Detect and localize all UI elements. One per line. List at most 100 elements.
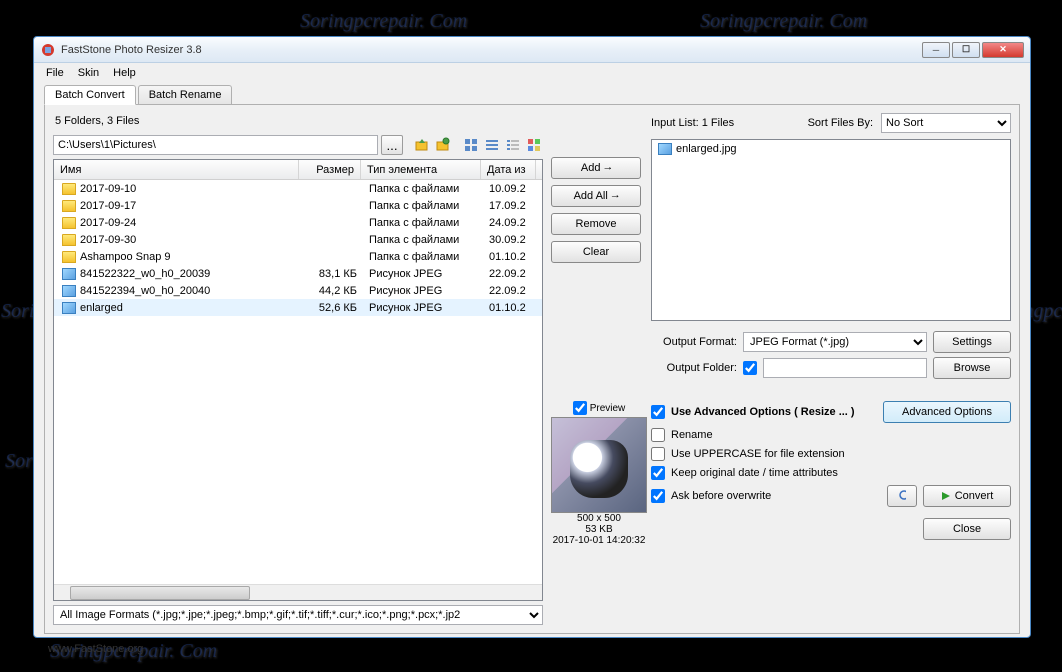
preview-thumbnail — [551, 417, 647, 513]
view-thumbnails[interactable] — [525, 136, 543, 154]
sort-select[interactable]: No Sort — [881, 113, 1011, 133]
output-format-label: Output Format: — [651, 336, 737, 348]
browse-folder-button[interactable]: ... — [381, 135, 403, 155]
folder-icon — [62, 217, 76, 229]
file-name: 2017-09-10 — [80, 183, 136, 195]
titlebar[interactable]: FastStone Photo Resizer 3.8 ─ ☐ ✕ — [34, 37, 1030, 63]
input-list[interactable]: enlarged.jpg — [651, 139, 1011, 321]
menu-skin[interactable]: Skin — [72, 65, 105, 81]
use-advanced-checkbox[interactable] — [651, 405, 665, 419]
window-title: FastStone Photo Resizer 3.8 — [61, 44, 922, 56]
uppercase-checkbox[interactable] — [651, 447, 665, 461]
preview-dimensions: 500 x 500 — [577, 513, 621, 524]
image-icon — [658, 143, 672, 155]
add-all-button[interactable]: Add All → — [551, 185, 641, 207]
file-type: Рисунок JPEG — [363, 285, 483, 297]
file-date: 30.09.2 — [483, 234, 538, 246]
view-details[interactable] — [504, 136, 522, 154]
ask-overwrite-checkbox[interactable] — [651, 489, 665, 503]
left-pane: 5 Folders, 3 Files ... Имя Размер Тип эл… — [53, 113, 543, 625]
file-name: 2017-09-17 — [80, 200, 136, 212]
keep-date-checkbox[interactable] — [651, 466, 665, 480]
status-link[interactable]: www.FastStone.org — [48, 643, 143, 655]
folder-icon — [62, 183, 76, 195]
file-name: 2017-09-30 — [80, 234, 136, 246]
file-date: 22.09.2 — [483, 268, 538, 280]
advanced-options-button[interactable]: Advanced Options — [883, 401, 1011, 423]
folder-icon — [62, 234, 76, 246]
menu-file[interactable]: File — [40, 65, 70, 81]
col-size-header[interactable]: Размер — [299, 160, 361, 179]
file-type: Рисунок JPEG — [363, 302, 483, 314]
file-size: 44,2 КБ — [301, 285, 363, 297]
file-row[interactable]: 841522394_w0_h0_20040 44,2 КБРисунок JPEG… — [54, 282, 542, 299]
uppercase-label: Use UPPERCASE for file extension — [671, 448, 845, 460]
tabstrip: Batch Convert Batch Rename — [34, 83, 1030, 104]
preview-checkbox[interactable] — [573, 401, 587, 415]
folder-icon — [62, 251, 76, 263]
output-folder-input[interactable] — [763, 358, 927, 378]
file-row[interactable]: 841522322_w0_h0_2003983,1 КБРисунок JPEG… — [54, 265, 542, 282]
format-filter-select[interactable]: All Image Formats (*.jpg;*.jpe;*.jpeg;*.… — [53, 605, 543, 625]
magnifier-icon — [898, 489, 906, 503]
main-window: FastStone Photo Resizer 3.8 ─ ☐ ✕ File S… — [33, 36, 1031, 638]
watermark: Soringpcrepair. Com — [300, 10, 467, 33]
file-row[interactable]: enlarged52,6 КБРисунок JPEG01.10.2 — [54, 299, 542, 316]
close-window-button[interactable]: ✕ — [982, 42, 1024, 58]
output-format-select[interactable]: JPEG Format (*.jpg) — [743, 332, 927, 352]
preview-label: Preview — [590, 403, 626, 414]
rename-checkbox[interactable] — [651, 428, 665, 442]
view-list[interactable] — [483, 136, 501, 154]
keep-date-label: Keep original date / time attributes — [671, 467, 838, 479]
output-folder-checkbox[interactable] — [743, 361, 757, 375]
path-input[interactable] — [53, 135, 378, 155]
file-name: 841522322_w0_h0_20039 — [80, 268, 210, 280]
search-preview-button[interactable] — [887, 485, 917, 507]
file-name: 2017-09-24 — [80, 217, 136, 229]
up-folder-icon[interactable] — [413, 136, 431, 154]
col-name-header[interactable]: Имя — [54, 160, 299, 179]
file-name: enlarged — [80, 302, 123, 314]
tab-batch-rename[interactable]: Batch Rename — [138, 85, 233, 104]
file-list[interactable]: Имя Размер Тип элемента Дата из 2017-09-… — [53, 159, 543, 601]
file-type: Папка с файлами — [363, 251, 483, 263]
file-date: 01.10.2 — [483, 251, 538, 263]
col-type-header[interactable]: Тип элемента — [361, 160, 481, 179]
watermark: Soringpcrepair. Com — [700, 10, 867, 33]
sort-label: Sort Files By: — [808, 117, 873, 129]
horizontal-scrollbar[interactable] — [54, 584, 542, 600]
convert-button[interactable]: Convert — [923, 485, 1011, 507]
file-name: Ashampoo Snap 9 — [80, 251, 171, 263]
view-large-icons[interactable] — [462, 136, 480, 154]
list-header: Имя Размер Тип элемента Дата из — [54, 160, 542, 180]
image-icon — [62, 302, 76, 314]
file-name: 841522394_w0_h0_20040 — [80, 285, 210, 297]
remove-button[interactable]: Remove — [551, 213, 641, 235]
folder-icon — [62, 200, 76, 212]
col-date-header[interactable]: Дата из — [481, 160, 536, 179]
maximize-button[interactable]: ☐ — [952, 42, 980, 58]
file-date: 24.09.2 — [483, 217, 538, 229]
browse-button[interactable]: Browse — [933, 357, 1011, 379]
menu-help[interactable]: Help — [107, 65, 142, 81]
tab-batch-convert[interactable]: Batch Convert — [44, 85, 136, 105]
file-row[interactable]: 2017-09-10Папка с файлами10.09.2 — [54, 180, 542, 197]
add-button[interactable]: Add → — [551, 157, 641, 179]
file-type: Папка с файлами — [363, 183, 483, 195]
file-size: 52,6 КБ — [301, 302, 363, 314]
file-size: 83,1 КБ — [301, 268, 363, 280]
use-advanced-label: Use Advanced Options ( Resize ... ) — [671, 406, 855, 418]
file-row[interactable]: 2017-09-24Папка с файлами24.09.2 — [54, 214, 542, 231]
clear-button[interactable]: Clear — [551, 241, 641, 263]
arrow-right-icon: → — [604, 162, 611, 174]
close-button[interactable]: Close — [923, 518, 1011, 540]
list-item[interactable]: enlarged.jpg — [652, 140, 1010, 157]
output-folder-label: Output Folder: — [651, 362, 737, 374]
minimize-button[interactable]: ─ — [922, 42, 950, 58]
file-row[interactable]: Ashampoo Snap 9 Папка с файлами01.10.2 — [54, 248, 542, 265]
preview-column: Preview 500 x 500 53 KB 2017-10-01 14:20… — [551, 401, 647, 546]
file-row[interactable]: 2017-09-17Папка с файлами17.09.2 — [54, 197, 542, 214]
file-row[interactable]: 2017-09-30Папка с файлами30.09.2 — [54, 231, 542, 248]
settings-button[interactable]: Settings — [933, 331, 1011, 353]
refresh-icon[interactable] — [434, 136, 452, 154]
